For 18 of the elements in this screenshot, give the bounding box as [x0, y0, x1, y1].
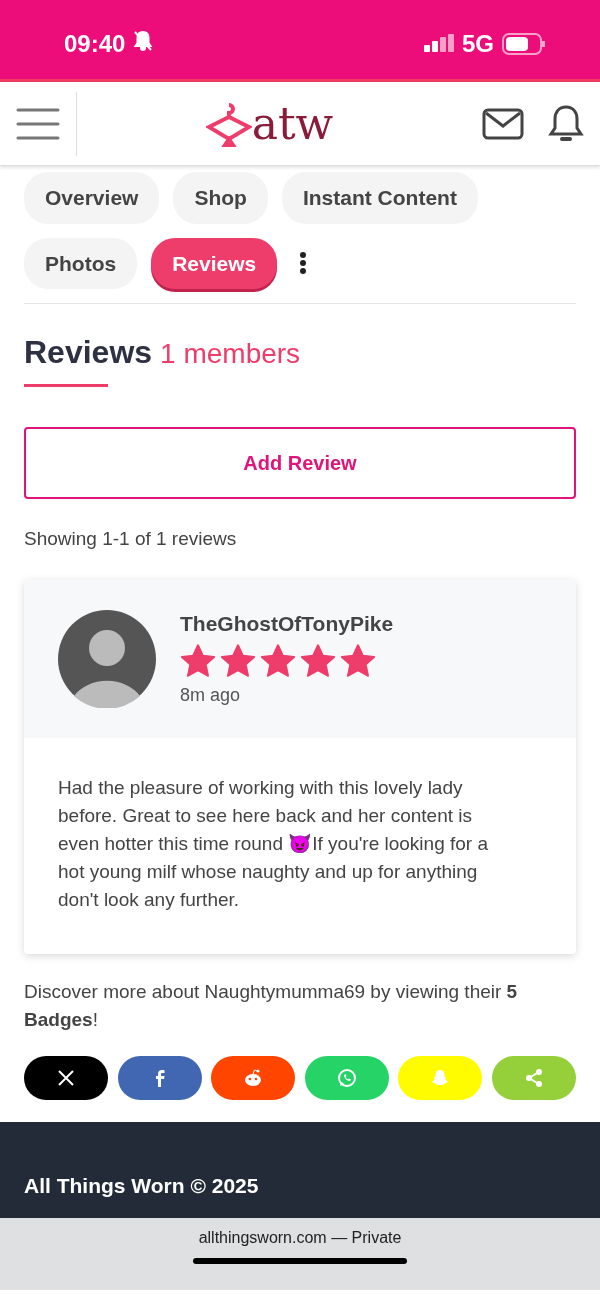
tab[interactable]: Shop	[173, 172, 268, 224]
review-text: Had the pleasure of working with this lovely lady before. Great to see here back and her content is even hotter this time round 😈If you're looking for a hot young milf whose naughty and up for anything don't look any further.	[57, 775, 489, 912]
review-time: 8m ago	[180, 683, 242, 707]
member-count: 1 members	[160, 337, 301, 371]
address-bar-url[interactable]: allthingsworn.com — Private	[198, 1225, 402, 1250]
status-time: 09:40	[64, 29, 126, 59]
badges-text: Discover more about Naughtymumma69 by viewing their 5 Badges!	[24, 979, 519, 1032]
network-label: 5G	[462, 29, 494, 59]
tab[interactable]: Photos	[24, 237, 138, 289]
footer-copyright: All Things Worn © 2025	[24, 1173, 259, 1199]
reviewer-name[interactable]: TheGhostOfTonyPike	[180, 608, 394, 640]
results-summary: Showing 1-1 of 1 reviews	[24, 527, 238, 551]
add-review-button[interactable]: Add Review	[24, 427, 576, 499]
logo-text: atw	[251, 101, 334, 146]
tab[interactable]: Overview	[24, 172, 160, 224]
tab[interactable]: Instant Content	[281, 172, 478, 224]
tab[interactable]: Reviews	[151, 237, 278, 289]
section-title: Reviews	[24, 333, 153, 372]
